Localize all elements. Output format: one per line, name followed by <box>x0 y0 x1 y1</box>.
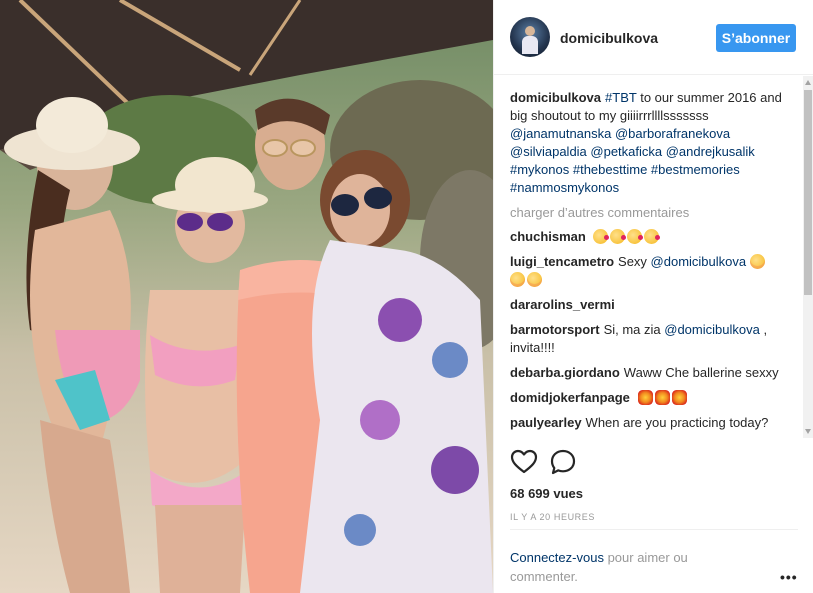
kiss-emoji-icon <box>644 229 661 244</box>
comment-text: Waww Che ballerine sexxy <box>623 365 779 380</box>
divider <box>510 529 798 530</box>
scroll-down-arrow-icon[interactable] <box>805 429 811 434</box>
comment-text: Sexy <box>618 254 651 269</box>
kiss-emoji-icon <box>593 229 610 244</box>
post-timestamp[interactable]: IL Y A 20 HEURES <box>510 512 595 522</box>
comment-bubble-icon[interactable] <box>549 448 577 476</box>
login-link[interactable]: Connectez-vous <box>510 550 604 565</box>
comment-username[interactable]: barmotorsport <box>510 322 600 337</box>
comment-mention[interactable]: @domicibulkova <box>664 322 760 337</box>
comment-item: barmotorsport Si, ma zia @domicibulkova ,… <box>510 321 794 357</box>
caption-mentions[interactable]: @janamutnanska @barborafranekova @silvia… <box>510 126 755 159</box>
flushed-emoji-icon <box>510 272 525 287</box>
load-more-comments-link[interactable]: charger d’autres commentaires <box>510 205 794 220</box>
comment-username[interactable]: domidjokerfanpage <box>510 390 630 405</box>
post-actions: 68 699 vues IL Y A 20 HEURES Connectez-v… <box>494 438 813 588</box>
caption-hashtag-tbt[interactable]: #TBT <box>605 90 637 105</box>
comment-mention[interactable]: @domicibulkova <box>651 254 747 269</box>
comment-text: When are you practicing today? <box>585 415 769 430</box>
comment-text: Si, ma zia <box>603 322 665 337</box>
comment-username[interactable]: debarba.giordano <box>510 365 620 380</box>
avatar-figure-body <box>522 36 538 54</box>
collision-emoji-icon <box>671 390 687 405</box>
collision-emoji-icon <box>637 390 653 405</box>
avatar[interactable] <box>510 17 550 57</box>
caption-hashtags[interactable]: #mykonos #thebesttime #bestmemories #nam… <box>510 162 740 195</box>
comment-item: luigi_tencametro Sexy @domicibulkova <box>510 253 794 289</box>
comment-username[interactable]: paulyearley <box>510 415 582 430</box>
comment-username[interactable]: luigi_tencametro <box>510 254 614 269</box>
comments-list[interactable]: domicibulkova #TBT to our summer 2016 and… <box>494 76 804 438</box>
view-count: 68 699 vues <box>510 486 584 501</box>
photo-illustration <box>0 0 493 593</box>
comments-scrollbar[interactable] <box>803 76 813 438</box>
comment-item: domidjokerfanpage <box>510 389 794 407</box>
more-options-icon[interactable]: ••• <box>780 569 798 585</box>
header-username[interactable]: domicibulkova <box>560 30 658 46</box>
kiss-emoji-icon <box>627 229 644 244</box>
post-sidebar: domicibulkova S’abonner domicibulkova #TB… <box>493 0 813 593</box>
comment-item: dararolins_vermi <box>510 296 794 314</box>
comment-username[interactable]: dararolins_vermi <box>510 297 615 312</box>
flushed-emoji-icon <box>527 272 542 287</box>
avatar-figure-head <box>525 26 535 36</box>
caption: domicibulkova #TBT to our summer 2016 and… <box>510 89 794 197</box>
post-photo[interactable] <box>0 0 493 593</box>
caption-username[interactable]: domicibulkova <box>510 90 601 105</box>
heart-icon[interactable] <box>510 448 538 476</box>
follow-button[interactable]: S’abonner <box>716 24 796 52</box>
flushed-emoji-icon <box>749 254 765 269</box>
comment-item: paulyearley When are you practicing today… <box>510 414 794 432</box>
scrollbar-thumb[interactable] <box>804 90 812 295</box>
comment-username[interactable]: chuchisman <box>510 229 586 244</box>
scroll-up-arrow-icon[interactable] <box>805 80 811 85</box>
kiss-emoji-icon <box>610 229 627 244</box>
collision-emoji-icon <box>654 390 670 405</box>
login-prompt: Connectez-vous pour aimer ou commenter. <box>510 548 730 586</box>
post-header: domicibulkova S’abonner <box>494 0 813 75</box>
comment-item: chuchisman <box>510 228 794 246</box>
comment-item: debarba.giordano Waww Che ballerine sexxy <box>510 364 794 382</box>
